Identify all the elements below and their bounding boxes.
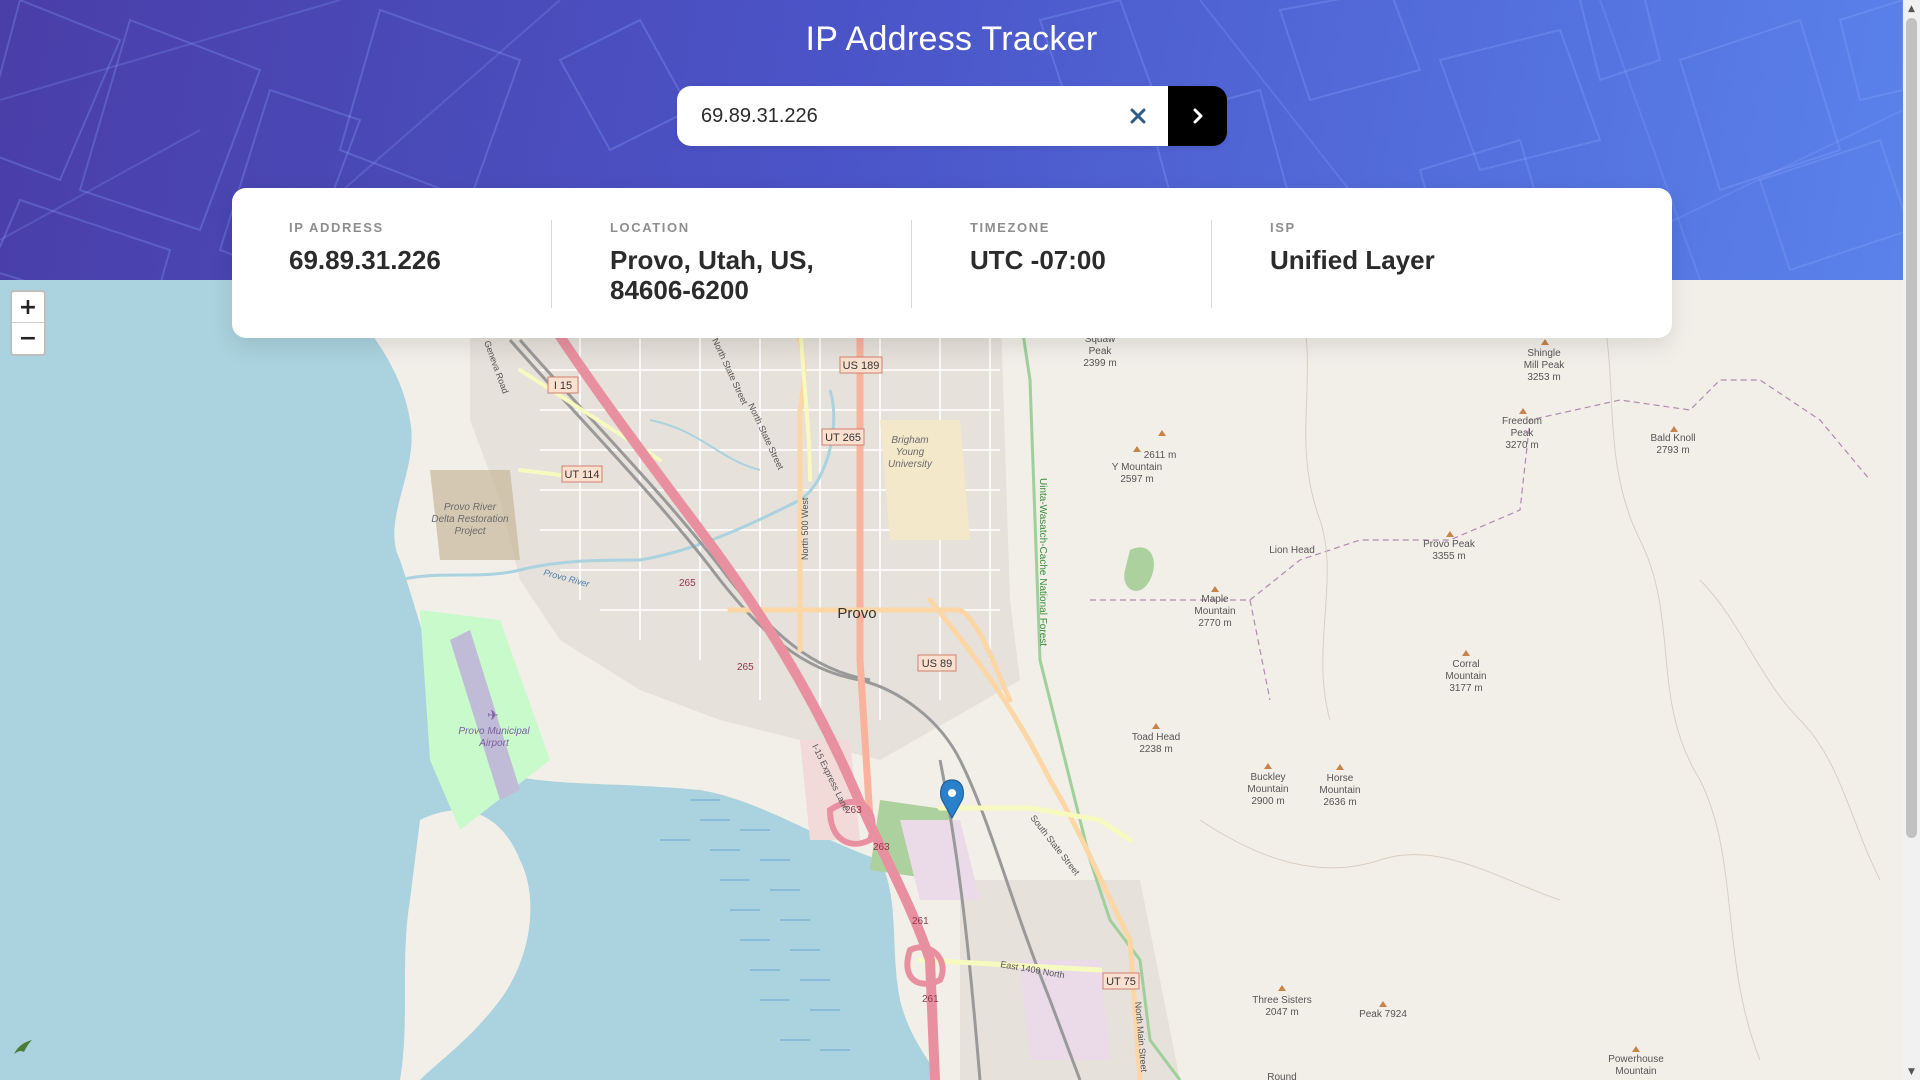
svg-text:Mountain: Mountain: [1319, 785, 1360, 796]
svg-text:Buckley: Buckley: [1250, 772, 1285, 783]
svg-text:Maple: Maple: [1201, 594, 1229, 605]
route-number: 261: [922, 994, 939, 1005]
search-bar: [677, 86, 1227, 146]
svg-text:Shingle: Shingle: [1527, 348, 1561, 359]
svg-text:Horse: Horse: [1327, 773, 1354, 784]
city-label: Provo: [837, 605, 876, 622]
divider: [551, 220, 552, 308]
airport-line2: Airport: [478, 738, 510, 749]
timezone-label: TIMEZONE: [970, 220, 1050, 235]
svg-text:Peak: Peak: [1511, 428, 1535, 439]
svg-text:Toad Head: Toad Head: [1132, 732, 1180, 743]
ip-address-section: IP ADDRESS 69.89.31.226: [289, 220, 441, 275]
svg-text:2047 m: 2047 m: [1265, 1007, 1298, 1018]
svg-text:Lion Head: Lion Head: [1269, 545, 1315, 556]
scroll-down-arrow[interactable]: ▼: [1903, 1063, 1920, 1080]
isp-value: Unified Layer: [1270, 245, 1435, 275]
ip-info-card: IP ADDRESS 69.89.31.226 LOCATION Provo, …: [232, 188, 1672, 338]
shield-ut114: UT 114: [564, 469, 599, 481]
svg-text:2770 m: 2770 m: [1198, 618, 1231, 629]
svg-text:2636 m: 2636 m: [1323, 797, 1356, 808]
svg-text:3177 m: 3177 m: [1449, 683, 1482, 694]
svg-text:3355 m: 3355 m: [1432, 551, 1465, 562]
forest-label: Uinta-Wasatch-Cache National Forest: [1037, 478, 1048, 646]
svg-text:3253 m: 3253 m: [1527, 372, 1560, 383]
svg-text:Mountain: Mountain: [1615, 1066, 1656, 1077]
street-label-500-west: North 500 West: [800, 497, 810, 560]
zoom-out-button[interactable]: −: [12, 323, 44, 353]
ip-search-input[interactable]: [677, 86, 1108, 146]
ip-address-label: IP ADDRESS: [289, 220, 384, 235]
delta-line1: Provo River: [444, 502, 497, 513]
svg-text:Y Mountain: Y Mountain: [1112, 462, 1162, 473]
svg-text:Mountain: Mountain: [1194, 606, 1235, 617]
svg-text:Mountain: Mountain: [1247, 784, 1288, 795]
shield-i15: I 15: [554, 380, 572, 392]
svg-text:2597 m: 2597 m: [1120, 474, 1153, 485]
isp-label: ISP: [1270, 220, 1296, 235]
byu-line1: Brigham: [891, 435, 928, 446]
close-icon: [1130, 108, 1146, 124]
zoom-control: + −: [10, 290, 46, 356]
page-title: IP Address Tracker: [805, 20, 1098, 58]
location-label: LOCATION: [610, 220, 690, 235]
map[interactable]: I 15 US 189 UT 265 UT 114 US 89 UT 75 26…: [0, 280, 1903, 1080]
airport-line1: Provo Municipal: [458, 726, 530, 737]
route-number: 265: [679, 578, 696, 589]
svg-text:Freedom: Freedom: [1502, 416, 1542, 427]
location-value: Provo, Utah, US, 84606-6200: [610, 245, 814, 305]
route-number: 261: [912, 916, 929, 927]
leaflet-icon[interactable]: [12, 1038, 34, 1060]
svg-text:Peak 7924: Peak 7924: [1359, 1009, 1407, 1020]
svg-text:Corral: Corral: [1452, 659, 1479, 670]
svg-text:Peak: Peak: [1089, 346, 1113, 357]
byu-line3: University: [888, 459, 933, 470]
clear-button[interactable]: [1108, 86, 1168, 146]
timezone-section: TIMEZONE UTC -07:00: [970, 220, 1106, 275]
delta-line3: Project: [454, 526, 486, 537]
svg-text:Mountain: Mountain: [1445, 671, 1486, 682]
airport-icon: ✈: [487, 708, 499, 724]
location-value-line1: Provo, Utah, US,: [610, 245, 814, 275]
svg-text:2900 m: 2900 m: [1251, 796, 1284, 807]
industrial-area-south: [1020, 960, 1110, 1060]
page-scrollbar[interactable]: ▲ ▼: [1903, 0, 1920, 1080]
svg-text:Provo Peak: Provo Peak: [1423, 539, 1476, 550]
svg-text:Powerhouse: Powerhouse: [1608, 1054, 1664, 1065]
svg-text:2793 m: 2793 m: [1656, 445, 1689, 456]
route-number: 263: [873, 842, 890, 853]
timezone-value: UTC -07:00: [970, 245, 1106, 275]
divider: [911, 220, 912, 308]
shield-ut75: UT 75: [1106, 976, 1136, 988]
map-canvas[interactable]: I 15 US 189 UT 265 UT 114 US 89 UT 75 26…: [0, 280, 1903, 1080]
zoom-in-button[interactable]: +: [12, 292, 44, 323]
shield-us89: US 89: [922, 658, 953, 670]
svg-text:2611 m: 2611 m: [1144, 450, 1177, 461]
location-value-line2: 84606-6200: [610, 275, 749, 305]
scroll-thumb[interactable]: [1906, 18, 1917, 838]
chevron-right-icon: [1193, 108, 1202, 124]
shield-ut265: UT 265: [825, 432, 861, 444]
delta-line2: Delta Restoration: [431, 514, 509, 525]
submit-button[interactable]: [1168, 86, 1227, 146]
byu-line2: Young: [896, 447, 925, 458]
route-number: 265: [737, 662, 754, 673]
divider: [1211, 220, 1212, 308]
svg-text:Round: Round: [1267, 1072, 1296, 1080]
isp-section: ISP Unified Layer: [1270, 220, 1435, 275]
svg-text:Three Sisters: Three Sisters: [1252, 995, 1311, 1006]
svg-text:2238 m: 2238 m: [1139, 744, 1172, 755]
ip-tracker-app: IP Address Tracker IP ADDRESS 69.89.31.2…: [0, 0, 1920, 1080]
svg-text:Bald Knoll: Bald Knoll: [1650, 433, 1695, 444]
ip-address-value: 69.89.31.226: [289, 245, 441, 275]
scroll-up-arrow[interactable]: ▲: [1903, 0, 1920, 17]
svg-text:3270 m: 3270 m: [1505, 440, 1538, 451]
shield-us189: US 189: [843, 360, 880, 372]
svg-text:Mill Peak: Mill Peak: [1524, 360, 1566, 371]
svg-text:2399 m: 2399 m: [1083, 358, 1116, 369]
location-section: LOCATION Provo, Utah, US, 84606-6200: [610, 220, 814, 305]
